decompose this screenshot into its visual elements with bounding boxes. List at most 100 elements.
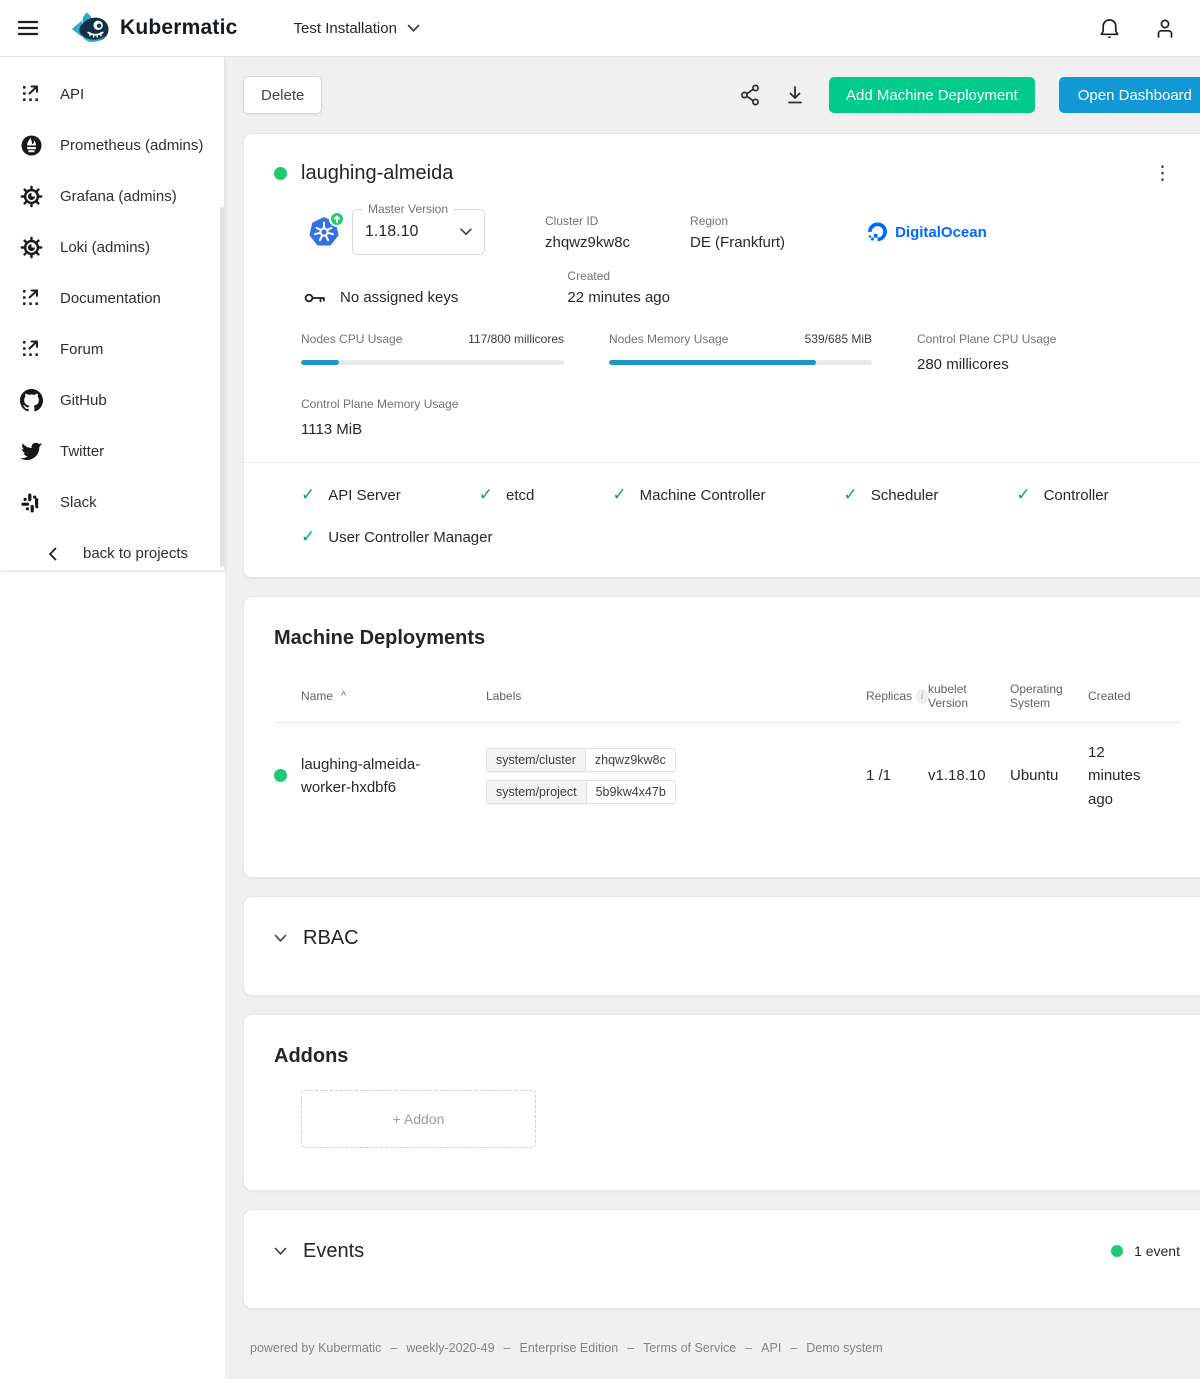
sidebar-item-label: Slack — [60, 494, 97, 511]
sidebar-item-twitter[interactable]: Twitter — [0, 426, 224, 477]
footer-api-link[interactable]: API — [761, 1341, 781, 1355]
sidebar-item-prometheus[interactable]: Prometheus (admins) — [0, 120, 224, 171]
events-count: 1 event — [1134, 1243, 1180, 1259]
chevron-left-icon — [48, 547, 57, 561]
rbac-accordion-toggle[interactable]: RBAC — [274, 927, 1180, 950]
sidebar-scrollbar[interactable] — [220, 207, 224, 567]
cluster-toolbar: Delete — [243, 75, 1200, 115]
sidebar-item-label: Documentation — [60, 290, 161, 307]
twitter-icon — [18, 442, 44, 462]
footer-powered-by: powered by Kubermatic — [250, 1341, 381, 1355]
health-label: API Server — [328, 487, 401, 504]
metric-nodes-memory: Nodes Memory Usage 539/685 MiB — [609, 332, 872, 373]
back-to-projects-button[interactable]: back to projects — [0, 528, 224, 579]
cluster-id-label: Cluster ID — [545, 214, 630, 228]
back-to-projects-label: back to projects — [83, 545, 188, 562]
cluster-status-dot — [274, 167, 287, 180]
column-header-replicas: Replicas i — [866, 689, 928, 704]
grafana-icon — [18, 185, 44, 208]
deployment-status-dot — [274, 769, 287, 782]
column-header-name[interactable]: Name ^ — [274, 689, 486, 703]
top-bar: Kubermatic Test Installation — [0, 0, 1200, 57]
health-item-etcd: ✓ etcd — [479, 485, 535, 505]
label-value: 5b9kw4x47b — [587, 781, 675, 803]
nodes-cpu-progressbar — [301, 360, 564, 365]
events-title: Events — [303, 1240, 364, 1263]
kebab-menu-icon[interactable]: ⋮ — [1145, 160, 1180, 187]
health-label: Machine Controller — [640, 487, 766, 504]
app-root: Kubermatic Test Installation — [0, 0, 1200, 1379]
cluster-metrics: Nodes CPU Usage 117/800 millicores Nodes… — [301, 332, 1180, 438]
sidebar-item-loki[interactable]: Loki (admins) — [0, 222, 224, 273]
share-icon[interactable] — [739, 83, 761, 107]
user-account-icon[interactable] — [1154, 17, 1176, 40]
metric-label: Control Plane Memory Usage — [301, 397, 564, 411]
project-selector[interactable]: Test Installation — [294, 20, 420, 37]
sidebar: API Prometheus (admins) — [0, 57, 225, 1379]
notifications-bell-icon[interactable] — [1099, 17, 1120, 40]
health-item-scheduler: ✓ Scheduler — [844, 485, 939, 505]
master-version-select[interactable]: Master Version 1.18.10 — [352, 209, 485, 255]
menu-icon[interactable] — [16, 15, 42, 41]
cluster-card: laughing-almeida ⋮ — [243, 133, 1200, 578]
slack-icon — [18, 492, 44, 514]
sidebar-item-label: Grafana (admins) — [60, 188, 177, 205]
ssh-keys-block[interactable]: No assigned keys — [304, 289, 458, 306]
chevron-down-icon — [407, 24, 420, 33]
add-machine-deployment-button[interactable]: Add Machine Deployment — [829, 77, 1035, 113]
column-label: Replicas — [866, 689, 912, 703]
chevron-down-icon — [460, 228, 472, 236]
rbac-card: RBAC — [243, 896, 1200, 996]
sidebar-item-documentation[interactable]: Documentation — [0, 273, 224, 324]
created-block: Created 22 minutes ago — [567, 269, 670, 306]
footer-terms-link[interactable]: Terms of Service — [643, 1341, 736, 1355]
add-addon-button[interactable]: + Addon — [301, 1090, 536, 1148]
metric-label: Nodes CPU Usage — [301, 332, 402, 346]
key-icon — [304, 292, 326, 304]
metric-control-plane-memory: Control Plane Memory Usage 1113 MiB — [301, 397, 564, 438]
deployment-replicas: 1 /1 — [866, 767, 928, 784]
deployment-os: Ubuntu — [1010, 767, 1088, 784]
ssh-keys-value: No assigned keys — [340, 289, 458, 306]
check-icon: ✓ — [301, 527, 315, 547]
info-icon[interactable]: i — [916, 689, 928, 704]
provider-name: DigitalOcean — [895, 224, 987, 241]
region-value: DE (Frankfurt) — [690, 234, 785, 251]
events-card: Events 1 event — [243, 1209, 1200, 1309]
label-chip: system/project 5b9kw4x47b — [486, 780, 676, 804]
sidebar-item-grafana[interactable]: Grafana (admins) — [0, 171, 224, 222]
check-icon: ✓ — [479, 485, 493, 505]
separator: – — [627, 1341, 634, 1355]
created-value: 22 minutes ago — [567, 289, 670, 306]
machine-deployments-card: Machine Deployments Name ^ Labels Replic… — [243, 596, 1200, 878]
open-dashboard-button[interactable]: Open Dashboard — [1059, 77, 1200, 113]
sidebar-item-api[interactable]: API — [0, 69, 224, 120]
cluster-id-block: Cluster ID zhqwz9kw8c — [545, 214, 630, 251]
region-block: Region DE (Frankfurt) — [690, 214, 785, 251]
machine-deployment-row[interactable]: laughing-almeida-worker-hxdbf6 system/cl… — [274, 723, 1180, 837]
health-label: Scheduler — [871, 487, 939, 504]
cluster-id-value: zhqwz9kw8c — [545, 234, 630, 251]
check-icon: ✓ — [844, 485, 858, 505]
github-icon — [18, 389, 44, 412]
external-link-icon — [18, 339, 44, 360]
column-header-labels: Labels — [486, 689, 804, 703]
project-selector-value: Test Installation — [294, 20, 397, 37]
external-link-icon — [18, 288, 44, 309]
sidebar-item-slack[interactable]: Slack — [0, 477, 224, 528]
nodes-memory-progressbar — [609, 360, 872, 365]
kubermatic-logo[interactable]: Kubermatic — [68, 9, 238, 47]
footer: powered by Kubermatic – weekly-2020-49 –… — [243, 1327, 1200, 1355]
brand-name: Kubermatic — [120, 16, 238, 40]
delete-button[interactable]: Delete — [243, 76, 322, 114]
separator: – — [790, 1341, 797, 1355]
download-kubeconfig-icon[interactable] — [785, 84, 805, 106]
sidebar-item-github[interactable]: GitHub — [0, 375, 224, 426]
column-label: Name — [301, 689, 333, 703]
events-accordion-toggle[interactable]: Events 1 event — [274, 1240, 1180, 1263]
metric-control-plane-cpu: Control Plane CPU Usage 280 millicores — [917, 332, 1180, 373]
sort-asc-icon: ^ — [341, 690, 346, 702]
metric-value: 117/800 millicores — [468, 332, 564, 346]
sidebar-item-forum[interactable]: Forum — [0, 324, 224, 375]
main-content: Delete — [225, 57, 1200, 1379]
